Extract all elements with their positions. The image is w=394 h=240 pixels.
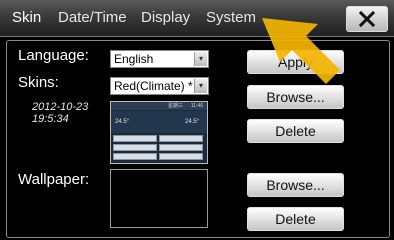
preview-time: 11:46 bbox=[190, 103, 203, 109]
wallpaper-label: Wallpaper: bbox=[18, 171, 90, 188]
tab-date-time[interactable]: Date/Time bbox=[58, 9, 127, 26]
preview-status-bar: 星期三 11:46 bbox=[111, 102, 207, 110]
settings-screen: Skin Date/Time Display System Language: … bbox=[0, 0, 394, 240]
preview-cell bbox=[113, 153, 157, 160]
preview-cell bbox=[159, 153, 203, 160]
preview-cell bbox=[159, 135, 203, 142]
browse-skin-button[interactable]: Browse... bbox=[247, 85, 344, 109]
preview-button-grid bbox=[113, 135, 205, 162]
skin-date: 2012-10-23 bbox=[32, 101, 89, 113]
skin-time: 19:5:34 bbox=[32, 113, 69, 125]
preview-temp-right: 24.5° bbox=[185, 119, 200, 125]
close-x-icon bbox=[359, 11, 375, 27]
close-button[interactable] bbox=[346, 6, 388, 32]
chevron-down-icon: ▾ bbox=[194, 79, 207, 93]
skins-label: Skins: bbox=[18, 74, 59, 91]
tab-system[interactable]: System bbox=[206, 9, 256, 26]
preview-cell bbox=[159, 144, 203, 151]
delete-skin-button[interactable]: Delete bbox=[247, 119, 344, 143]
preview-cell bbox=[113, 135, 157, 142]
wallpaper-preview bbox=[110, 169, 208, 228]
preview-temp-left: 24.5° bbox=[115, 119, 130, 125]
tab-skin[interactable]: Skin bbox=[12, 9, 41, 26]
skins-select-value: Red(Climate) * bbox=[114, 79, 193, 93]
skin-preview: 星期三 11:46 24.5° 24.5° bbox=[110, 101, 208, 164]
tab-display[interactable]: Display bbox=[141, 9, 190, 26]
language-label: Language: bbox=[18, 47, 89, 64]
skins-select[interactable]: Red(Climate) * ▾ bbox=[110, 77, 209, 95]
preview-cell bbox=[113, 144, 157, 151]
delete-wallpaper-button[interactable]: Delete bbox=[247, 207, 344, 231]
language-select[interactable]: English ▾ bbox=[110, 50, 209, 68]
browse-wallpaper-button[interactable]: Browse... bbox=[247, 173, 344, 197]
chevron-down-icon: ▾ bbox=[194, 52, 207, 66]
language-select-value: English bbox=[114, 52, 154, 66]
preview-day: 星期三 bbox=[167, 103, 183, 109]
pointer-arrow-icon bbox=[262, 18, 340, 84]
